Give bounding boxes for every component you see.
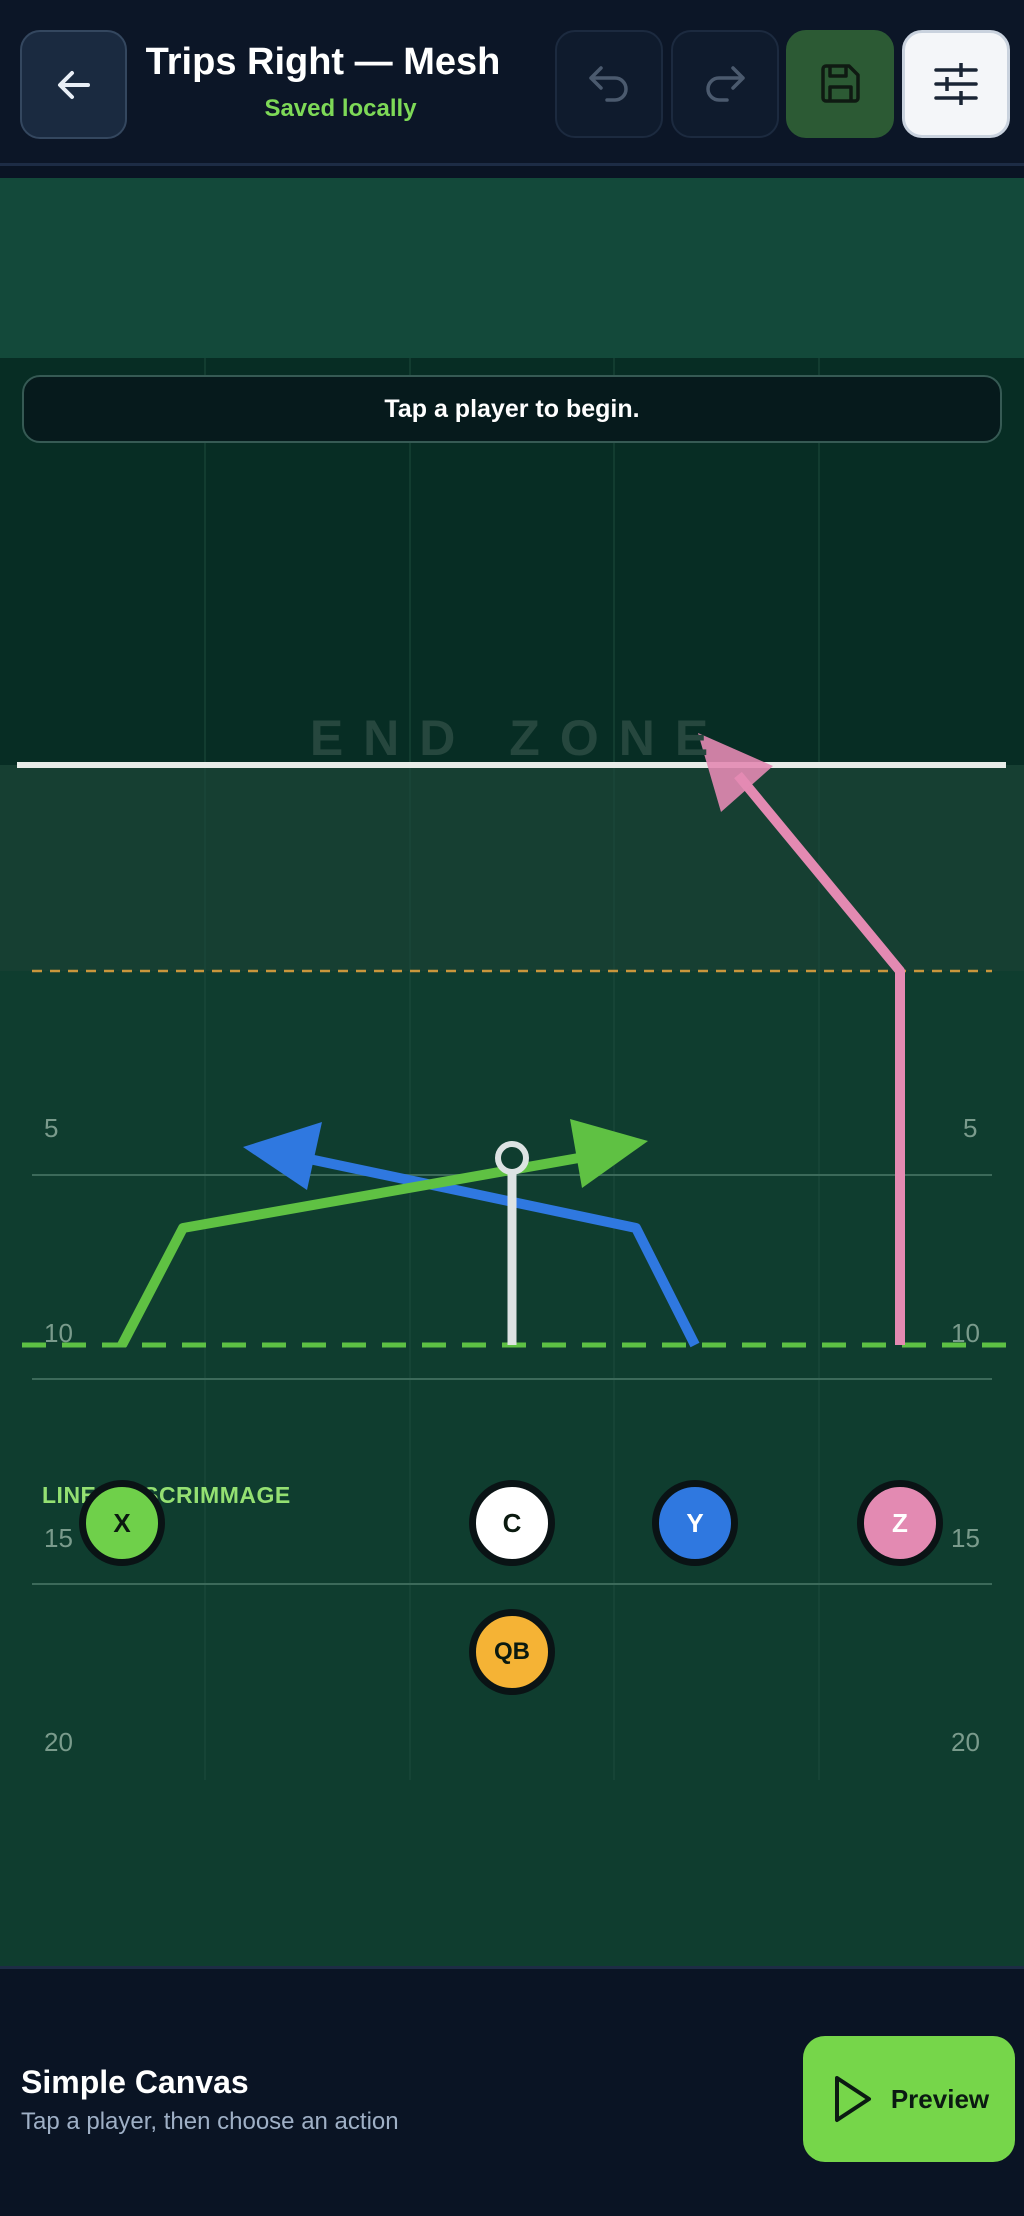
save-status-text: Saved locally <box>264 95 417 122</box>
yard-marker-20-right: 20 <box>951 1727 980 1757</box>
player-z[interactable]: Z <box>857 1480 943 1566</box>
player-x[interactable]: X <box>79 1480 165 1566</box>
yard-marker-5-left: 5 <box>44 1113 59 1143</box>
line-of-scrimmage-label: LINE OF SCRIMMAGE <box>42 1482 291 1508</box>
preview-button[interactable]: Preview <box>803 2036 1015 2162</box>
player-c[interactable]: C <box>469 1480 555 1566</box>
undo-button[interactable] <box>555 30 663 138</box>
player-y[interactable]: Y <box>652 1480 738 1566</box>
play-icon <box>834 2076 871 2122</box>
hint-text: Tap a player to begin. <box>384 394 640 423</box>
mode-title: Simple Canvas <box>21 2064 249 2100</box>
player-qb[interactable]: QB <box>469 1609 555 1695</box>
sliders-icon <box>934 63 978 105</box>
save-icon <box>821 64 860 103</box>
preview-label: Preview <box>890 2083 990 2114</box>
yard-marker-5-right: 5 <box>963 1113 978 1143</box>
field-canvas[interactable] <box>0 178 1024 1966</box>
play-title: Trips Right — Mesh <box>145 41 501 83</box>
mode-subtitle: Tap a player, then choose an action <box>21 2108 399 2135</box>
save-button[interactable] <box>786 30 894 138</box>
redo-button[interactable] <box>671 30 779 138</box>
arrow-left-icon <box>57 70 90 99</box>
yard-marker-15-left: 15 <box>44 1523 73 1553</box>
end-zone-label: END ZONE <box>309 710 729 766</box>
yard-marker-20-left: 20 <box>44 1727 73 1757</box>
route-x[interactable] <box>117 1119 648 1348</box>
yard-marker-10-right: 10 <box>951 1318 980 1348</box>
field-top-margin <box>0 178 1024 358</box>
play-field[interactable]: Tap a player to begin. END ZONE 5 5 10 1… <box>0 178 1024 1966</box>
settings-button[interactable] <box>902 30 1010 138</box>
redo-icon <box>706 66 745 102</box>
back-button[interactable] <box>20 30 127 139</box>
top-toolbar: Trips Right — Mesh Saved locally <box>0 0 1024 166</box>
undo-icon <box>589 66 628 102</box>
hint-banner: Tap a player to begin. <box>22 375 1002 443</box>
yard-marker-15-right: 15 <box>951 1523 980 1553</box>
yard-marker-10-left: 10 <box>44 1318 73 1348</box>
